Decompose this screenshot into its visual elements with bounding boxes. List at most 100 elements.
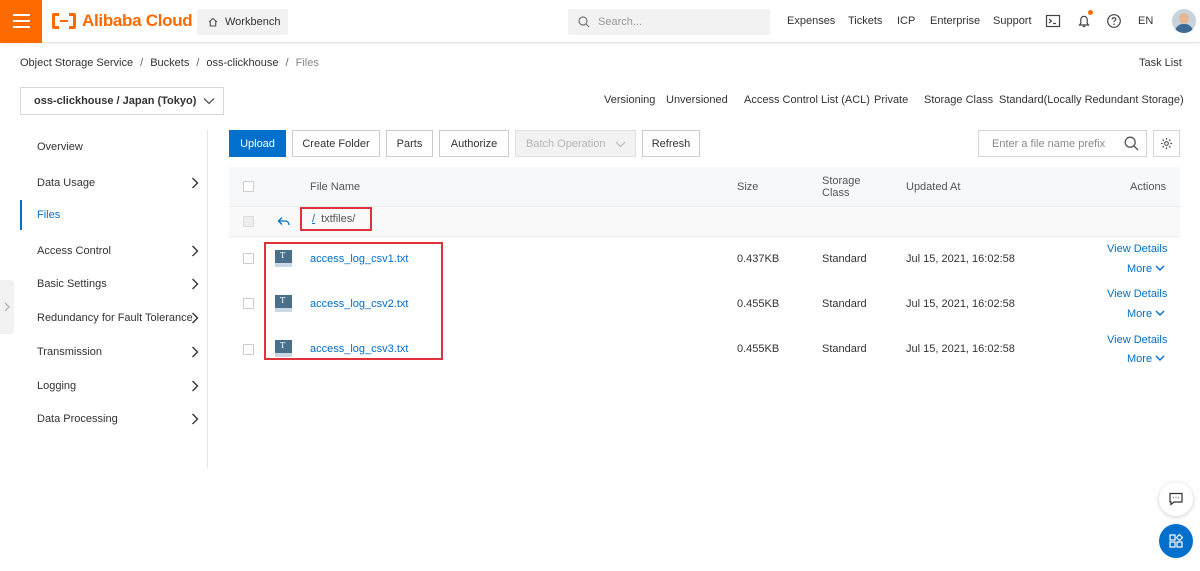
apps-icon <box>1169 533 1184 548</box>
file-size: 0.455KB <box>737 343 780 355</box>
breadcrumb-oss[interactable]: Object Storage Service <box>20 57 133 69</box>
help-icon[interactable] <box>1106 13 1122 29</box>
chevron-right-icon <box>192 245 199 257</box>
column-updated-at: Updated At <box>906 181 961 193</box>
file-updated-at: Jul 15, 2021, 16:02:58 <box>906 343 1015 355</box>
bell-icon[interactable] <box>1076 13 1092 29</box>
column-file-name: File Name <box>310 181 361 193</box>
row-checkbox[interactable] <box>243 344 254 355</box>
path-root-link[interactable]: / <box>312 213 315 225</box>
chevron-down-icon <box>1155 310 1165 316</box>
versioning-label: Versioning <box>604 94 656 106</box>
file-size: 0.437KB <box>737 253 780 265</box>
file-prefix-placeholder: Enter a file name prefix <box>992 137 1106 150</box>
more-dropdown[interactable]: More <box>1127 308 1165 320</box>
sidebar-item-access-control[interactable]: Access Control <box>20 236 207 266</box>
sidebar-item-label: Access Control <box>37 245 111 257</box>
back-arrow-icon[interactable] <box>277 216 290 227</box>
file-storage-class: Standard <box>822 298 867 310</box>
file-updated-at: Jul 15, 2021, 16:02:58 <box>906 253 1015 265</box>
brand-logo[interactable]: Alibaba Cloud <box>52 11 193 31</box>
more-dropdown[interactable]: More <box>1127 263 1165 275</box>
upload-button[interactable]: Upload <box>229 130 286 157</box>
chevron-down-icon <box>203 98 215 105</box>
column-storage-class-line1: Storage <box>822 175 861 187</box>
sidebar-collapse-handle[interactable] <box>0 280 14 334</box>
more-label: More <box>1127 353 1153 365</box>
table-header <box>229 167 1180 206</box>
language-switch[interactable]: EN <box>1138 15 1153 27</box>
refresh-button[interactable]: Refresh <box>642 130 700 157</box>
sidebar-item-transmission[interactable]: Transmission <box>20 337 207 367</box>
sidebar-item-label: Basic Settings <box>37 278 107 290</box>
search-input[interactable]: Search... <box>568 9 770 35</box>
search-icon <box>578 16 590 28</box>
nav-enterprise[interactable]: Enterprise <box>930 15 980 27</box>
notification-dot <box>1088 10 1093 15</box>
sidebar-item-logging[interactable]: Logging <box>20 371 207 401</box>
sidebar-item-label: Data Processing <box>37 413 118 425</box>
breadcrumb-files: Files <box>295 57 319 69</box>
nav-tickets[interactable]: Tickets <box>848 15 882 27</box>
batch-operation-dropdown[interactable]: Batch Operation <box>515 130 636 157</box>
workbench-button[interactable]: Workbench <box>197 9 288 35</box>
feedback-button[interactable] <box>1159 482 1193 516</box>
gear-icon <box>1160 137 1173 150</box>
breadcrumb-bucket[interactable]: oss-clickhouse <box>206 57 278 69</box>
menu-icon[interactable] <box>0 0 42 43</box>
task-list-link[interactable]: Task List <box>1139 57 1182 69</box>
view-details-link[interactable]: View Details <box>1107 334 1167 346</box>
more-dropdown[interactable]: More <box>1127 353 1165 365</box>
row-checkbox[interactable] <box>243 298 254 309</box>
alibaba-cloud-logo-icon <box>52 13 76 29</box>
path-row-checkbox <box>243 216 254 227</box>
chevron-right-icon <box>192 346 199 358</box>
sidebar-item-files[interactable]: Files <box>20 200 207 230</box>
more-label: More <box>1127 308 1153 320</box>
view-details-link[interactable]: View Details <box>1107 288 1167 300</box>
apps-button[interactable] <box>1159 524 1193 558</box>
home-icon <box>208 17 218 27</box>
search-icon[interactable] <box>1124 136 1139 151</box>
brand-name: Alibaba Cloud <box>82 11 193 30</box>
sidebar: Overview Data Usage Files Access Control… <box>20 130 208 468</box>
view-details-link[interactable]: View Details <box>1107 243 1167 255</box>
sidebar-item-redundancy[interactable]: Redundancy for Fault Tolerance <box>20 303 207 333</box>
storage-class-value: Standard(Locally Redundant Storage) <box>999 94 1184 106</box>
create-folder-button[interactable]: Create Folder <box>292 130 380 157</box>
nav-icp[interactable]: ICP <box>897 15 915 27</box>
workbench-label: Workbench <box>225 16 281 28</box>
storage-class-label: Storage Class <box>924 94 994 106</box>
sidebar-item-overview[interactable]: Overview <box>20 132 207 162</box>
top-bar: Alibaba Cloud Workbench Search... Expens… <box>0 0 1200 43</box>
bucket-selector-value: oss-clickhouse / Japan (Tokyo) <box>34 95 197 107</box>
chevron-right-icon <box>192 413 199 425</box>
nav-support[interactable]: Support <box>993 15 1032 27</box>
chevron-right-icon <box>4 302 10 312</box>
sidebar-item-data-usage[interactable]: Data Usage <box>20 168 207 198</box>
row-checkbox[interactable] <box>243 253 254 264</box>
parts-button[interactable]: Parts <box>386 130 433 157</box>
chat-icon <box>1169 492 1183 506</box>
chevron-down-icon <box>1155 355 1165 361</box>
sidebar-item-data-processing[interactable]: Data Processing <box>20 404 207 434</box>
sidebar-item-label: Transmission <box>37 346 102 358</box>
chevron-down-icon <box>615 141 626 148</box>
select-all-checkbox[interactable] <box>243 181 254 192</box>
authorize-button[interactable]: Authorize <box>439 130 509 157</box>
sidebar-item-basic-settings[interactable]: Basic Settings <box>20 269 207 299</box>
file-prefix-search-input[interactable]: Enter a file name prefix <box>978 130 1147 157</box>
nav-expenses[interactable]: Expenses <box>787 15 835 27</box>
file-storage-class: Standard <box>822 343 867 355</box>
breadcrumb-buckets[interactable]: Buckets <box>150 57 189 69</box>
bucket-selector[interactable]: oss-clickhouse / Japan (Tokyo) <box>20 87 224 115</box>
terminal-icon[interactable] <box>1045 13 1061 29</box>
avatar[interactable] <box>1172 9 1196 33</box>
column-size: Size <box>737 181 759 193</box>
search-placeholder: Search... <box>598 16 643 28</box>
chevron-right-icon <box>192 380 199 392</box>
settings-button[interactable] <box>1153 130 1180 157</box>
current-path: / txtfiles/ <box>300 207 372 231</box>
breadcrumb: Object Storage Service / Buckets / oss-cli… <box>20 57 319 69</box>
sidebar-item-label: Data Usage <box>37 177 96 189</box>
